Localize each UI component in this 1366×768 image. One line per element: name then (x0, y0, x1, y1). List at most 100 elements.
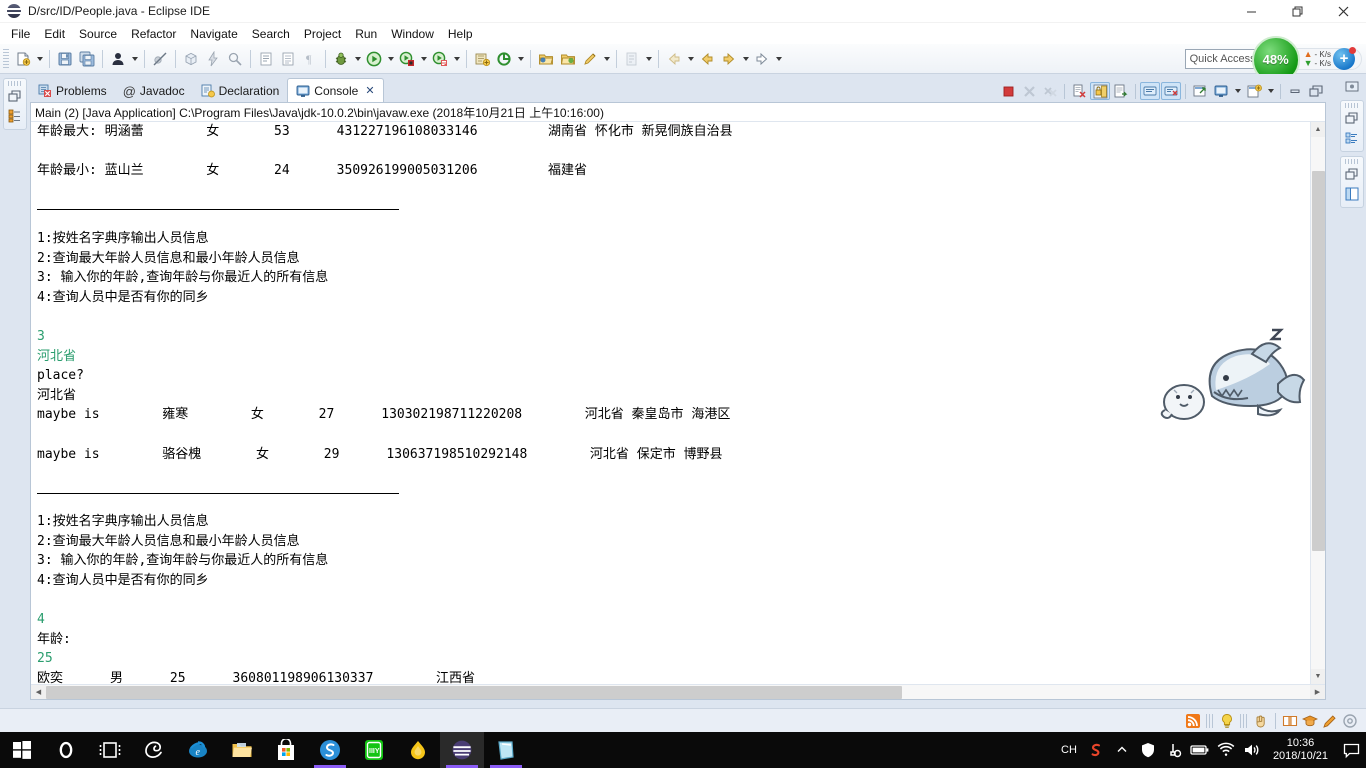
menu-help[interactable]: Help (441, 25, 480, 43)
minimize-button[interactable] (1228, 0, 1274, 23)
graduation-cap-icon[interactable] (1300, 711, 1320, 731)
sogou-tray-icon[interactable] (1083, 732, 1109, 768)
back-yellow-arrow-icon[interactable] (696, 48, 718, 70)
minimize-icon[interactable] (1285, 82, 1305, 100)
skip-breakpoints-icon[interactable] (149, 48, 171, 70)
outline-top-icon[interactable] (1343, 78, 1361, 96)
tab-javadoc[interactable]: @ Javadoc (115, 80, 193, 102)
open-type-icon[interactable] (277, 48, 299, 70)
scroll-thumb[interactable] (1311, 171, 1325, 551)
close-button[interactable] (1320, 0, 1366, 23)
menu-search[interactable]: Search (245, 25, 297, 43)
security-shield-icon[interactable] (1135, 732, 1161, 768)
debug-dropdown-arrow[interactable] (352, 48, 363, 70)
terminate-red-square-icon[interactable] (998, 82, 1018, 100)
fast-view-grip[interactable] (1345, 103, 1359, 108)
tab-console[interactable]: Console ✕ (287, 78, 384, 102)
close-icon[interactable]: ✕ (365, 84, 374, 97)
internet-explorer[interactable]: e (176, 732, 220, 768)
restore-button[interactable] (1274, 0, 1320, 23)
network-monitor-widget[interactable]: 48% ▲ ▼ - K/s - K/s + (1251, 35, 1362, 84)
maximize-icon[interactable] (1306, 82, 1326, 100)
debug-bug-icon[interactable] (330, 48, 352, 70)
fast-view-grip[interactable] (1345, 159, 1359, 164)
run-dropdown-arrow[interactable] (385, 48, 396, 70)
lightning-icon[interactable] (202, 48, 224, 70)
profile-icon[interactable] (429, 48, 451, 70)
task-list-icon[interactable] (1343, 185, 1361, 203)
scroll-down-arrow-icon[interactable]: ▼ (1310, 669, 1325, 684)
scroll-track[interactable] (1310, 137, 1325, 669)
profile-dropdown-arrow[interactable] (451, 48, 462, 70)
ime-indicator[interactable]: CH (1055, 744, 1083, 756)
dictionary-book-icon[interactable] (1280, 711, 1300, 731)
restore-icon[interactable] (6, 88, 24, 106)
eclipse-ide[interactable] (440, 732, 484, 768)
new-file-icon[interactable] (12, 48, 34, 70)
search-icon[interactable] (224, 48, 246, 70)
menu-source[interactable]: Source (72, 25, 124, 43)
menu-project[interactable]: Project (297, 25, 348, 43)
open-folder-icon[interactable] (535, 48, 557, 70)
settings-gear-icon[interactable] (1340, 711, 1360, 731)
menu-edit[interactable]: Edit (37, 25, 72, 43)
volume-icon[interactable] (1239, 732, 1265, 768)
taskbar-clock[interactable]: 10:36 2018/10/21 (1265, 737, 1336, 763)
menu-file[interactable]: File (4, 25, 37, 43)
menu-refactor[interactable]: Refactor (124, 25, 183, 43)
outline-tree-icon[interactable] (1343, 129, 1361, 147)
microsoft-store[interactable] (264, 732, 308, 768)
tab-declaration[interactable]: Declaration (193, 80, 288, 102)
back-arrow-icon[interactable] (663, 48, 685, 70)
task-view[interactable] (88, 732, 132, 768)
hscroll-track[interactable] (46, 684, 1310, 699)
status-grip[interactable] (1206, 713, 1214, 728)
forward-arrow-icon[interactable] (718, 48, 740, 70)
scroll-right-arrow-icon[interactable]: ▶ (1310, 684, 1325, 699)
action-center-button[interactable] (1336, 732, 1366, 768)
external-tools-icon[interactable] (493, 48, 515, 70)
console-output[interactable]: 年龄最大: 明涵蕾 女 53 431227196108033146 湖南省 怀化… (31, 122, 1310, 684)
pencil-icon[interactable] (579, 48, 601, 70)
network-wifi-icon[interactable] (1213, 732, 1239, 768)
menu-navigate[interactable]: Navigate (183, 25, 244, 43)
hidden-icons-chevron[interactable] (1109, 732, 1135, 768)
cortana-search[interactable] (44, 732, 88, 768)
open-console-icon[interactable] (1244, 82, 1264, 100)
file-explorer[interactable] (220, 732, 264, 768)
folder-icon[interactable] (557, 48, 579, 70)
back-dropdown-arrow[interactable] (685, 48, 696, 70)
yellow-drop-app[interactable] (396, 732, 440, 768)
remove-all-xx-icon[interactable] (1040, 82, 1060, 100)
display-console-icon[interactable] (1211, 82, 1231, 100)
console-vertical-scrollbar[interactable]: ▲ ▼ (1310, 122, 1325, 684)
external-tools-dropdown-arrow[interactable] (515, 48, 526, 70)
forward-dropdown-arrow[interactable] (740, 48, 751, 70)
toolbar-grip[interactable] (3, 48, 9, 69)
annotation-icon[interactable] (621, 48, 643, 70)
edge-legacy[interactable] (132, 732, 176, 768)
run-play-icon[interactable] (363, 48, 385, 70)
annotation-dropdown-arrow[interactable] (643, 48, 654, 70)
clear-console-icon[interactable] (1069, 82, 1089, 100)
menu-run[interactable]: Run (348, 25, 384, 43)
display-console-dropdown-arrow[interactable] (1232, 82, 1243, 100)
diy-app[interactable]: IIIY (352, 732, 396, 768)
restore-icon[interactable] (1343, 110, 1361, 128)
menu-window[interactable]: Window (384, 25, 441, 43)
save-all-icon[interactable] (76, 48, 98, 70)
person-icon[interactable] (107, 48, 129, 70)
add-widget-button[interactable]: + (1333, 46, 1356, 70)
remove-x-icon[interactable] (1019, 82, 1039, 100)
lightbulb-icon[interactable] (1217, 711, 1237, 731)
usb-device-icon[interactable] (1161, 732, 1187, 768)
hand-pointer-icon[interactable] (1251, 711, 1271, 731)
rss-feed-icon[interactable] (1183, 711, 1203, 731)
task-icon[interactable] (255, 48, 277, 70)
person-dropdown-arrow[interactable] (129, 48, 140, 70)
scroll-left-arrow-icon[interactable]: ◀ (31, 684, 46, 699)
tab-problems[interactable]: Problems (30, 80, 115, 102)
save-icon[interactable] (54, 48, 76, 70)
coverage-icon[interactable] (396, 48, 418, 70)
forward-white-arrow-icon[interactable] (751, 48, 773, 70)
